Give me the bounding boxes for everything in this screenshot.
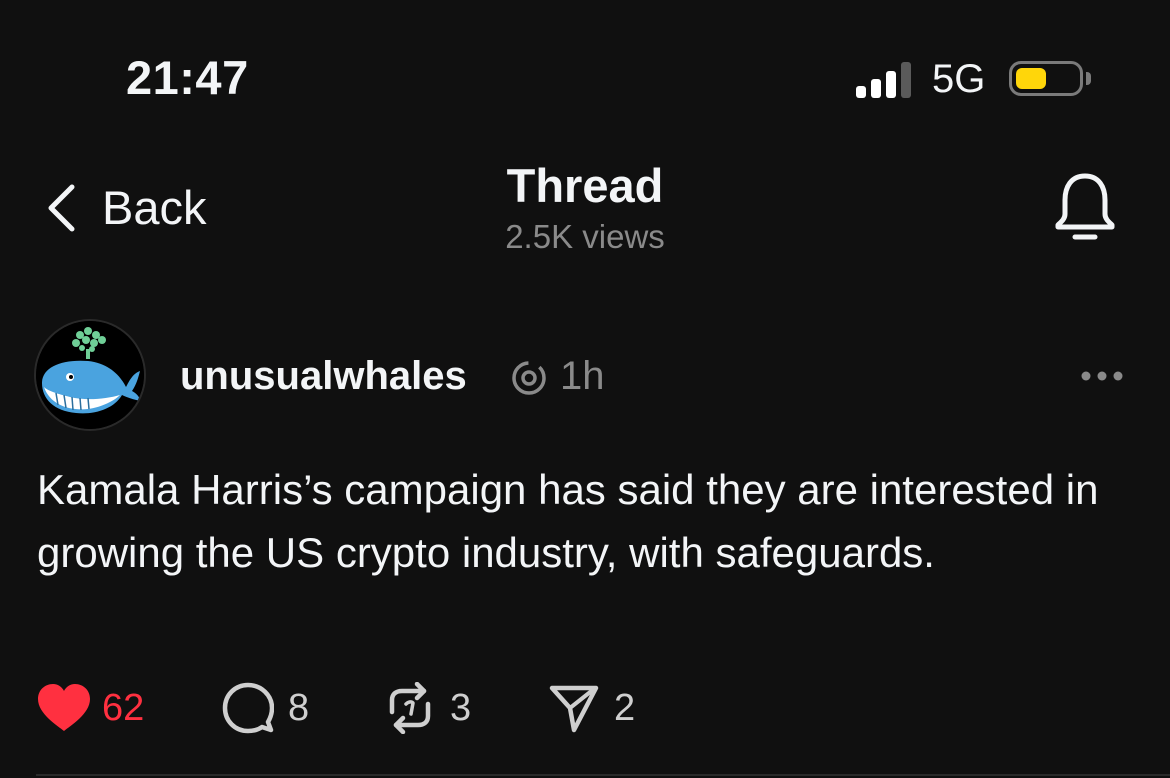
avatar[interactable] [36, 321, 144, 429]
like-count: 62 [102, 687, 145, 729]
signal-bar [871, 79, 881, 98]
status-time: 21:47 [126, 51, 249, 104]
network-type: 5G [932, 57, 986, 101]
share-count: 2 [614, 687, 636, 729]
back-button[interactable]: Back [44, 178, 207, 238]
post-username[interactable]: unusualwhales [180, 352, 467, 400]
heart-icon [36, 683, 92, 733]
signal-bar [856, 86, 866, 98]
notifications-button[interactable] [1050, 170, 1120, 246]
more-horizontal-icon [1081, 371, 1123, 381]
repost-count: 3 [450, 687, 472, 729]
signal-bar [901, 62, 911, 98]
like-button[interactable]: 62 [36, 680, 144, 736]
cellular-signal-icon [856, 60, 914, 98]
more-options-button[interactable] [1078, 358, 1126, 394]
threads-logo-icon [510, 359, 548, 397]
reply-count: 8 [288, 687, 310, 729]
post-timestamp: 1h [560, 354, 605, 398]
battery-cap [1086, 72, 1091, 85]
reply-bubble-icon [222, 682, 274, 734]
bell-icon [1050, 173, 1120, 250]
send-icon [548, 682, 600, 734]
signal-bar [886, 71, 896, 98]
chevron-left-icon [44, 183, 78, 233]
share-button[interactable]: 2 [548, 680, 635, 736]
battery-icon [1009, 61, 1083, 96]
post-text: Kamala Harris’s campaign has said they a… [37, 466, 1099, 576]
reply-button[interactable]: 8 [222, 680, 309, 736]
view-count: 2.5K views [505, 218, 665, 255]
back-label: Back [102, 181, 207, 234]
whale-avatar-icon [36, 321, 144, 429]
page-title: Thread [506, 159, 664, 212]
battery-level [1016, 68, 1046, 89]
repost-icon [384, 682, 436, 734]
repost-button[interactable]: 3 [384, 680, 471, 736]
divider [36, 774, 1170, 776]
